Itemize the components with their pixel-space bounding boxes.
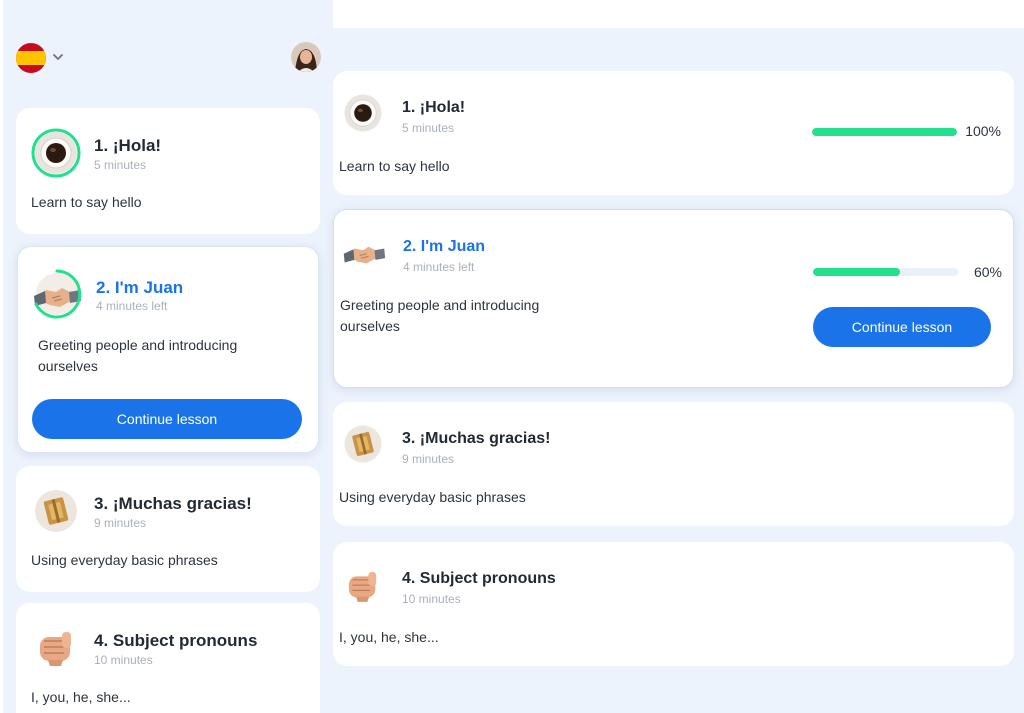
lesson-duration: 5 minutes xyxy=(94,158,147,172)
coffee-cup-icon xyxy=(344,94,382,132)
lesson-description: Greeting people and introducing ourselve… xyxy=(38,337,238,374)
lesson-title: 3. ¡Muchas gracias! xyxy=(94,494,252,513)
progress-percent: 60% xyxy=(973,264,1002,280)
desktop-lesson-card-3[interactable]: 3. ¡Muchas gracias! 9 minutes Using ever… xyxy=(333,402,1014,526)
mobile-header xyxy=(3,0,333,100)
coffee-cup-icon xyxy=(31,128,81,178)
lesson-duration: 9 minutes xyxy=(402,452,455,466)
mobile-lesson-card-3[interactable]: 3. ¡Muchas gracias! 9 minutes Using ever… xyxy=(16,466,320,592)
handshake-icon xyxy=(343,246,386,264)
lesson-title: 1. ¡Hola! xyxy=(94,136,162,155)
lesson-duration: 10 minutes xyxy=(402,592,461,606)
lesson-description: Using everyday basic phrases xyxy=(31,552,218,568)
lesson-description: Learn to say hello xyxy=(31,194,142,210)
desktop-lesson-card-2[interactable]: 2. I'm Juan 4 minutes left Greeting peop… xyxy=(333,209,1014,388)
lesson-progress-bar xyxy=(812,128,957,136)
user-avatar[interactable] xyxy=(291,42,321,72)
spain-flag-icon[interactable] xyxy=(16,43,46,73)
lesson-progress-bar xyxy=(813,268,958,276)
lesson-duration: 4 minutes left xyxy=(96,299,168,313)
progress-fill xyxy=(812,128,957,136)
lesson-title: 4. Subject pronouns xyxy=(94,631,258,650)
lesson-duration: 9 minutes xyxy=(94,516,147,530)
lesson-title: 2. I'm Juan xyxy=(96,278,184,297)
lesson-description: I, you, he, she... xyxy=(339,629,439,645)
lesson-description: Using everyday basic phrases xyxy=(339,489,526,505)
gift-icon xyxy=(344,425,382,463)
progress-percent: 100% xyxy=(965,123,1001,139)
desktop-panel: 1. ¡Hola! 5 minutes Learn to say hello 1… xyxy=(333,0,1024,713)
progress-fill xyxy=(813,268,900,276)
chevron-down-icon[interactable] xyxy=(51,50,65,64)
desktop-lesson-card-4[interactable]: 4. Subject pronouns 10 minutes I, you, h… xyxy=(333,542,1014,666)
lesson-title: 4. Subject pronouns xyxy=(402,570,556,587)
desktop-lesson-card-1[interactable]: 1. ¡Hola! 5 minutes Learn to say hello 1… xyxy=(333,71,1014,195)
continue-lesson-button[interactable]: Continue lesson xyxy=(813,307,991,347)
lesson-duration: 5 minutes xyxy=(402,121,455,135)
pointing-hand-icon xyxy=(39,631,72,667)
handshake-icon xyxy=(33,269,82,319)
lesson-duration: 4 minutes left xyxy=(403,260,475,274)
mobile-lesson-card-4[interactable]: 4. Subject pronouns 10 minutes I, you, h… xyxy=(16,603,320,713)
lesson-description: I, you, he, she... xyxy=(31,689,131,705)
continue-lesson-button[interactable]: Continue lesson xyxy=(32,399,302,439)
lesson-description: Greeting people and introducing ourselve… xyxy=(340,297,540,334)
pointing-hand-icon xyxy=(348,571,377,603)
lesson-title: 3. ¡Muchas gracias! xyxy=(402,430,551,447)
mobile-panel: 1. ¡Hola! 5 minutes Learn to say hello 2… xyxy=(3,0,333,713)
mobile-lesson-card-1[interactable]: 1. ¡Hola! 5 minutes Learn to say hello xyxy=(16,108,320,234)
lesson-title: 1. ¡Hola! xyxy=(402,99,466,116)
lesson-title: 2. I'm Juan xyxy=(403,238,486,255)
gift-icon xyxy=(35,490,77,532)
mobile-lesson-card-2[interactable]: 2. I'm Juan 4 minutes left Greeting peop… xyxy=(17,246,319,453)
lesson-duration: 10 minutes xyxy=(94,653,153,667)
lesson-description: Learn to say hello xyxy=(339,158,450,174)
